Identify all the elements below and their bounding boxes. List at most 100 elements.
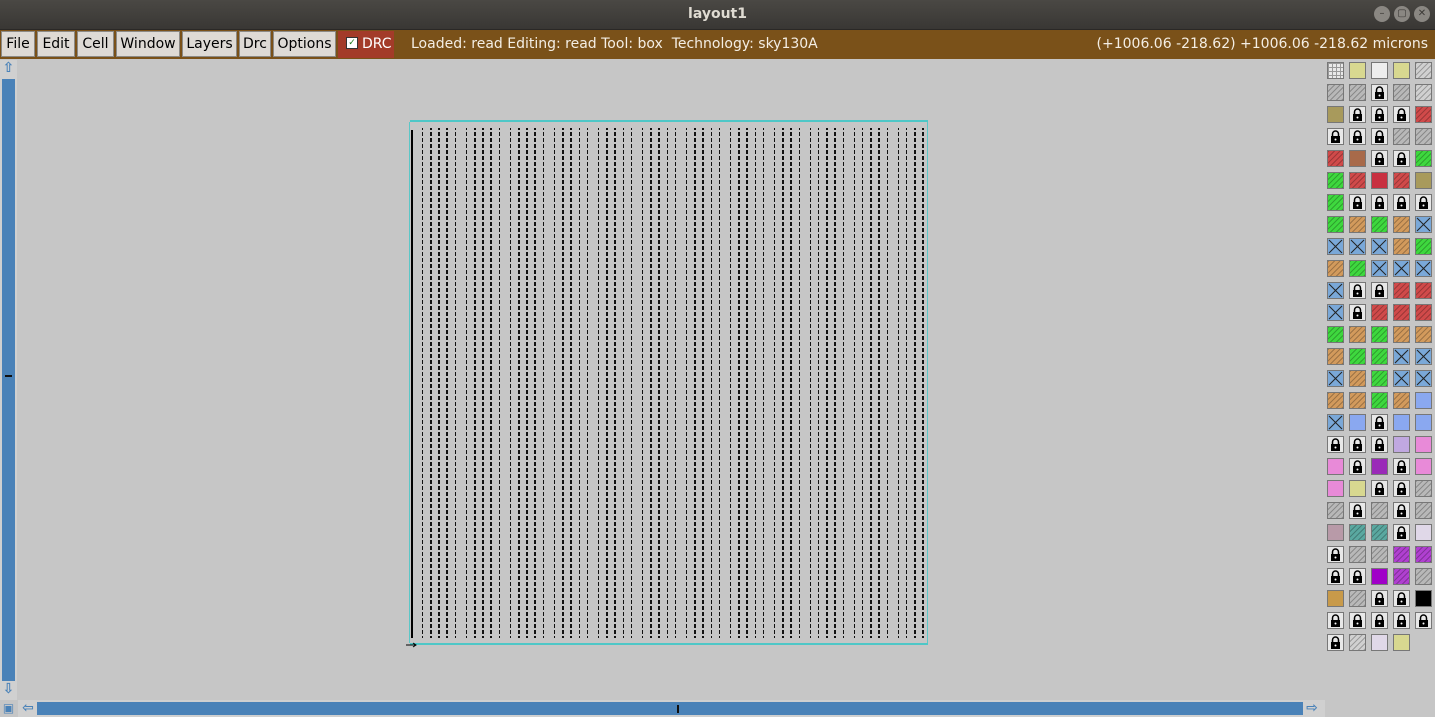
- layer-swatch-gray[interactable]: [1371, 546, 1388, 563]
- arrow-right-icon[interactable]: ⇨: [1304, 700, 1320, 717]
- layer-swatch-blue[interactable]: [1393, 414, 1410, 431]
- layer-swatch-locked[interactable]: [1393, 502, 1410, 519]
- layer-swatch-yellow[interactable]: [1349, 480, 1366, 497]
- layer-swatch-tan[interactable]: [1393, 392, 1410, 409]
- layer-swatch-cross[interactable]: [1371, 260, 1388, 277]
- layer-swatch-green[interactable]: [1371, 392, 1388, 409]
- layer-swatch-red[interactable]: [1415, 304, 1432, 321]
- layer-swatch-locked[interactable]: [1371, 84, 1388, 101]
- layer-swatch-cross[interactable]: [1415, 370, 1432, 387]
- layer-swatch-hatch[interactable]: [1415, 62, 1432, 79]
- layer-swatch-green[interactable]: [1371, 326, 1388, 343]
- layer-swatch-tan[interactable]: [1415, 326, 1432, 343]
- drc-toggle[interactable]: ✓ DRC: [338, 31, 394, 58]
- layer-swatch-lavender[interactable]: [1393, 436, 1410, 453]
- layer-swatch-locked[interactable]: [1415, 612, 1432, 629]
- layer-swatch-black[interactable]: [1415, 590, 1432, 607]
- layer-swatch-red[interactable]: [1371, 304, 1388, 321]
- layer-swatch-cross[interactable]: [1393, 370, 1410, 387]
- arrow-up-icon[interactable]: ⇧: [1, 60, 16, 77]
- layer-swatch-locked[interactable]: [1327, 128, 1344, 145]
- layer-swatch-locked[interactable]: [1371, 128, 1388, 145]
- horizontal-scroll-track[interactable]: [37, 702, 1303, 715]
- layer-swatch-locked[interactable]: [1349, 612, 1366, 629]
- layer-swatch-locked[interactable]: [1371, 414, 1388, 431]
- layer-swatch-locked[interactable]: [1349, 282, 1366, 299]
- layer-swatch-green[interactable]: [1327, 194, 1344, 211]
- layer-swatch-tan[interactable]: [1393, 216, 1410, 233]
- layer-swatch-pink[interactable]: [1415, 436, 1432, 453]
- layer-swatch-locked[interactable]: [1393, 194, 1410, 211]
- layout-canvas[interactable]: [18, 60, 1323, 698]
- layer-swatch-mauve[interactable]: [1327, 524, 1344, 541]
- layer-swatch-locked[interactable]: [1349, 436, 1366, 453]
- layer-swatch-magenta[interactable]: [1371, 568, 1388, 585]
- layer-swatch-locked[interactable]: [1371, 106, 1388, 123]
- layer-swatch-teal[interactable]: [1349, 524, 1366, 541]
- layer-swatch-dots[interactable]: [1415, 524, 1432, 541]
- layer-swatch-tan[interactable]: [1327, 392, 1344, 409]
- arrow-left-icon[interactable]: ⇦: [20, 700, 36, 717]
- layer-swatch-locked[interactable]: [1393, 524, 1410, 541]
- layer-swatch-hatch[interactable]: [1415, 84, 1432, 101]
- layer-swatch-hatch[interactable]: [1349, 634, 1366, 651]
- layer-swatch-green[interactable]: [1327, 326, 1344, 343]
- layer-swatch-red[interactable]: [1393, 172, 1410, 189]
- layer-swatch-tan[interactable]: [1349, 216, 1366, 233]
- menu-layers[interactable]: Layers: [182, 31, 237, 57]
- layer-swatch-olive[interactable]: [1415, 172, 1432, 189]
- menu-file[interactable]: File: [1, 31, 35, 57]
- layer-swatch-green[interactable]: [1371, 216, 1388, 233]
- layer-swatch-tan[interactable]: [1393, 326, 1410, 343]
- layer-swatch-locked[interactable]: [1327, 612, 1344, 629]
- layer-swatch-gray[interactable]: [1371, 502, 1388, 519]
- maximize-icon[interactable]: ▢: [1394, 6, 1410, 22]
- minimize-icon[interactable]: –: [1374, 6, 1390, 22]
- vertical-scroll-track[interactable]: [2, 79, 15, 681]
- layer-swatch-cross[interactable]: [1327, 238, 1344, 255]
- layer-swatch-locked[interactable]: [1327, 568, 1344, 585]
- layer-swatch-gray[interactable]: [1415, 568, 1432, 585]
- layer-swatch-yellow[interactable]: [1393, 62, 1410, 79]
- layer-swatch-tan[interactable]: [1349, 392, 1366, 409]
- layer-swatch-cross[interactable]: [1349, 238, 1366, 255]
- layer-swatch-dots[interactable]: [1371, 634, 1388, 651]
- layer-swatch-green[interactable]: [1349, 348, 1366, 365]
- layer-swatch-yellow[interactable]: [1349, 62, 1366, 79]
- layer-swatch-cross[interactable]: [1415, 348, 1432, 365]
- layer-swatch-red[interactable]: [1415, 282, 1432, 299]
- layer-swatch-crimson[interactable]: [1371, 172, 1388, 189]
- layer-swatch-locked[interactable]: [1349, 194, 1366, 211]
- layer-swatch-locked[interactable]: [1371, 282, 1388, 299]
- layer-swatch-gray[interactable]: [1327, 502, 1344, 519]
- layer-swatch-blue[interactable]: [1415, 392, 1432, 409]
- layer-swatch-locked[interactable]: [1327, 634, 1344, 651]
- layer-swatch-violet[interactable]: [1393, 546, 1410, 563]
- menu-cell[interactable]: Cell: [77, 31, 114, 57]
- layer-swatch-green[interactable]: [1415, 150, 1432, 167]
- layer-swatch-gray[interactable]: [1415, 128, 1432, 145]
- layer-swatch-red[interactable]: [1393, 304, 1410, 321]
- checkbox-icon[interactable]: ✓: [346, 37, 358, 49]
- layer-swatch-tan[interactable]: [1393, 238, 1410, 255]
- layer-swatch-tan[interactable]: [1327, 348, 1344, 365]
- layer-swatch-cross[interactable]: [1415, 260, 1432, 277]
- menu-window[interactable]: Window: [116, 31, 180, 57]
- layer-swatch-gray[interactable]: [1415, 502, 1432, 519]
- horizontal-scrollbar[interactable]: ⇦ ⇨: [18, 700, 1325, 717]
- layer-swatch-locked[interactable]: [1349, 128, 1366, 145]
- layer-swatch-gray[interactable]: [1349, 546, 1366, 563]
- layer-swatch-locked[interactable]: [1349, 458, 1366, 475]
- layer-swatch-green[interactable]: [1371, 370, 1388, 387]
- menu-edit[interactable]: Edit: [37, 31, 75, 57]
- menu-options[interactable]: Options: [273, 31, 336, 57]
- layer-swatch-tan[interactable]: [1349, 370, 1366, 387]
- layout-drawing[interactable]: [18, 60, 1323, 698]
- layer-swatch-gray[interactable]: [1393, 84, 1410, 101]
- layer-swatch-green[interactable]: [1327, 172, 1344, 189]
- layer-swatch-locked[interactable]: [1349, 502, 1366, 519]
- menu-drc[interactable]: Drc: [239, 31, 271, 57]
- layer-swatch-pink[interactable]: [1327, 458, 1344, 475]
- layer-swatch-brown[interactable]: [1349, 150, 1366, 167]
- layer-swatch-cross[interactable]: [1327, 304, 1344, 321]
